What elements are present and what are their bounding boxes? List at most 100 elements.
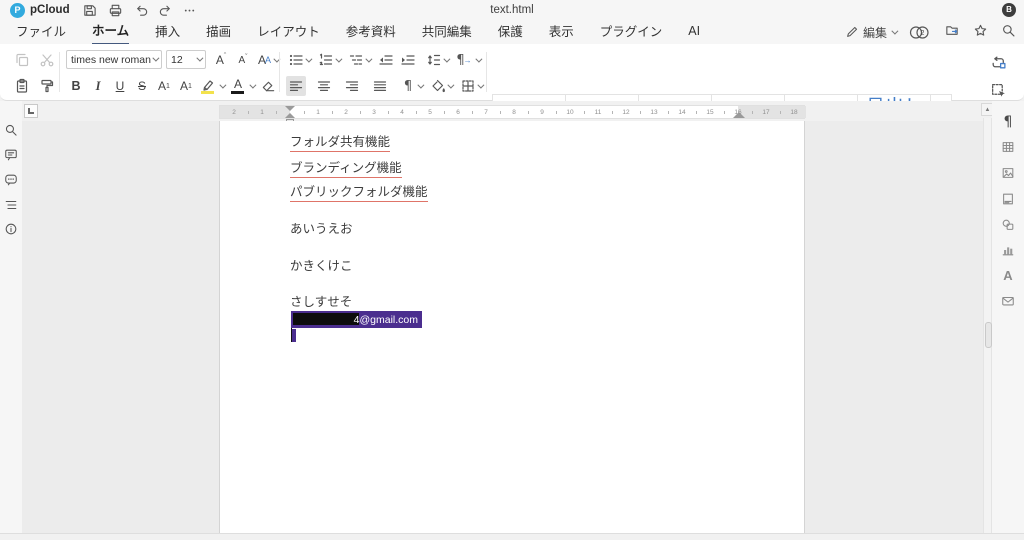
strikethrough-button[interactable]: S <box>132 76 152 96</box>
tab-ai[interactable]: AI <box>688 21 700 42</box>
superscript-button[interactable]: A1 <box>154 76 174 96</box>
navigation-headings-button[interactable] <box>3 197 19 213</box>
italic-button[interactable]: I <box>88 76 108 96</box>
divider <box>59 52 60 92</box>
change-case-button[interactable]: AA <box>255 50 281 70</box>
tab-file[interactable]: ファイル <box>16 18 66 44</box>
copy-button[interactable] <box>12 50 32 70</box>
tab-layout[interactable]: レイアウト <box>257 18 320 44</box>
ruler-tick <box>304 111 305 114</box>
replace-button[interactable] <box>988 52 1008 72</box>
hanging-indent-marker[interactable] <box>285 113 295 118</box>
font-size-select[interactable]: 12 <box>166 50 206 69</box>
highlight-color-button[interactable] <box>198 76 218 96</box>
document-title: text.html <box>490 4 534 16</box>
paragraph-text[interactable]: さしすせそ <box>290 291 352 310</box>
align-right-icon <box>345 81 359 91</box>
paragraph-direction-button[interactable]: ¶ → <box>454 50 474 70</box>
format-painter-button[interactable] <box>37 76 57 96</box>
increase-indent-button[interactable] <box>398 50 418 70</box>
underlined-heading[interactable]: ブランディング機能 <box>290 157 402 178</box>
replace-icon <box>992 56 1006 68</box>
text-art-settings-button[interactable]: A <box>1000 267 1016 283</box>
ruler-tick <box>752 111 753 114</box>
tab-collaboration[interactable]: 共同編集 <box>422 18 472 44</box>
collaborators-button[interactable]: 2 <box>909 25 931 40</box>
paragraph-text[interactable]: かきくけこ <box>290 255 353 274</box>
subscript-button[interactable]: A1 <box>176 76 196 96</box>
shape-icon <box>1002 219 1014 230</box>
paste-button[interactable] <box>12 76 32 96</box>
comments-button[interactable] <box>3 147 19 163</box>
shape-settings-button[interactable] <box>1000 217 1016 233</box>
highlight-color-dropdown[interactable] <box>216 76 226 96</box>
paragraph-marks-dropdown[interactable] <box>414 76 424 96</box>
tab-home[interactable]: ホーム <box>92 17 130 45</box>
scrollbar-thumb[interactable] <box>984 322 992 348</box>
bullet-list-dropdown[interactable] <box>302 50 312 70</box>
tab-references[interactable]: 参考資料 <box>346 18 396 44</box>
table-settings-button[interactable] <box>1000 139 1016 155</box>
tab-view[interactable]: 表示 <box>549 18 574 44</box>
find-button[interactable] <box>3 122 19 138</box>
numbered-list-dropdown[interactable] <box>332 50 342 70</box>
underline-button[interactable]: U <box>110 76 130 96</box>
ruler-number: 10 <box>566 109 574 116</box>
align-right-button[interactable] <box>342 76 362 96</box>
chat-button[interactable] <box>3 172 19 188</box>
justify-button[interactable] <box>370 76 390 96</box>
about-button[interactable] <box>3 221 19 237</box>
tab-draw[interactable]: 描画 <box>206 18 231 44</box>
ruler-tick <box>248 111 249 114</box>
shading-dropdown[interactable] <box>444 76 454 96</box>
line-spacing-dropdown[interactable] <box>440 50 450 70</box>
align-center-button[interactable] <box>314 76 334 96</box>
pilcrow-icon: ¶ <box>1003 114 1013 130</box>
decrease-font-size-button[interactable]: Aˇ <box>233 50 253 70</box>
left-panel <box>0 101 22 540</box>
bold-button[interactable]: B <box>66 76 86 96</box>
borders-dropdown[interactable] <box>474 76 484 96</box>
paragraph-direction-dropdown[interactable] <box>472 50 482 70</box>
font-name-select[interactable]: times new roman <box>66 50 162 69</box>
user-avatar[interactable]: B <box>1002 3 1016 17</box>
ruler-number: 1 <box>260 109 264 116</box>
chevron-down-icon <box>416 81 424 89</box>
tab-stop-selector[interactable] <box>24 104 38 118</box>
chart-settings-button[interactable] <box>1000 242 1016 258</box>
cut-button[interactable] <box>37 50 57 70</box>
underlined-heading[interactable]: パブリックフォルダ機能 <box>290 181 428 202</box>
underlined-heading[interactable]: フォルダ共有機能 <box>290 131 391 152</box>
image-settings-button[interactable] <box>1000 165 1016 181</box>
open-file-location-button[interactable] <box>944 23 960 41</box>
vertical-scrollbar[interactable] <box>983 118 992 540</box>
mail-merge-button[interactable] <box>1000 293 1016 309</box>
ruler-tick <box>584 111 585 114</box>
clear-formatting-button[interactable] <box>258 76 278 96</box>
font-color-button[interactable]: A <box>228 76 248 96</box>
star-icon <box>974 24 987 36</box>
divider <box>279 52 280 92</box>
ruler-tick <box>556 111 557 114</box>
tab-plugins[interactable]: プラグイン <box>600 18 663 44</box>
decrease-indent-button[interactable] <box>376 50 396 70</box>
multilevel-list-dropdown[interactable] <box>362 50 372 70</box>
increase-font-size-button[interactable]: Aˆ <box>211 50 231 70</box>
ruler-tick <box>388 111 389 114</box>
edit-mode-button[interactable]: 編集 <box>845 24 899 41</box>
paragraph-text[interactable]: あいうえお <box>290 218 353 237</box>
search-button[interactable] <box>1001 23 1016 41</box>
align-left-button[interactable] <box>286 76 306 96</box>
header-footer-settings-button[interactable] <box>1000 191 1016 207</box>
document-canvas[interactable]: フォルダ共有機能 ブランディング機能 パブリックフォルダ機能 あいうえお かきく… <box>22 121 983 533</box>
horizontal-ruler[interactable]: 2 1 1 2 3 4 5 6 7 8 9 10 11 12 13 14 15 16 17 18 <box>219 105 806 124</box>
favorite-button[interactable] <box>973 23 988 41</box>
first-line-indent-marker[interactable] <box>285 106 295 111</box>
tab-protection[interactable]: 保護 <box>498 18 523 44</box>
document-page[interactable]: フォルダ共有機能 ブランディング機能 パブリックフォルダ機能 あいうえお かきく… <box>219 121 805 533</box>
select-all-button[interactable] <box>988 80 1008 100</box>
tab-insert[interactable]: 挿入 <box>155 18 180 44</box>
selected-email-text[interactable]: 4@gmail.com <box>291 311 422 328</box>
font-color-dropdown[interactable] <box>246 76 256 96</box>
paragraph-settings-button[interactable]: ¶ <box>1000 114 1016 130</box>
